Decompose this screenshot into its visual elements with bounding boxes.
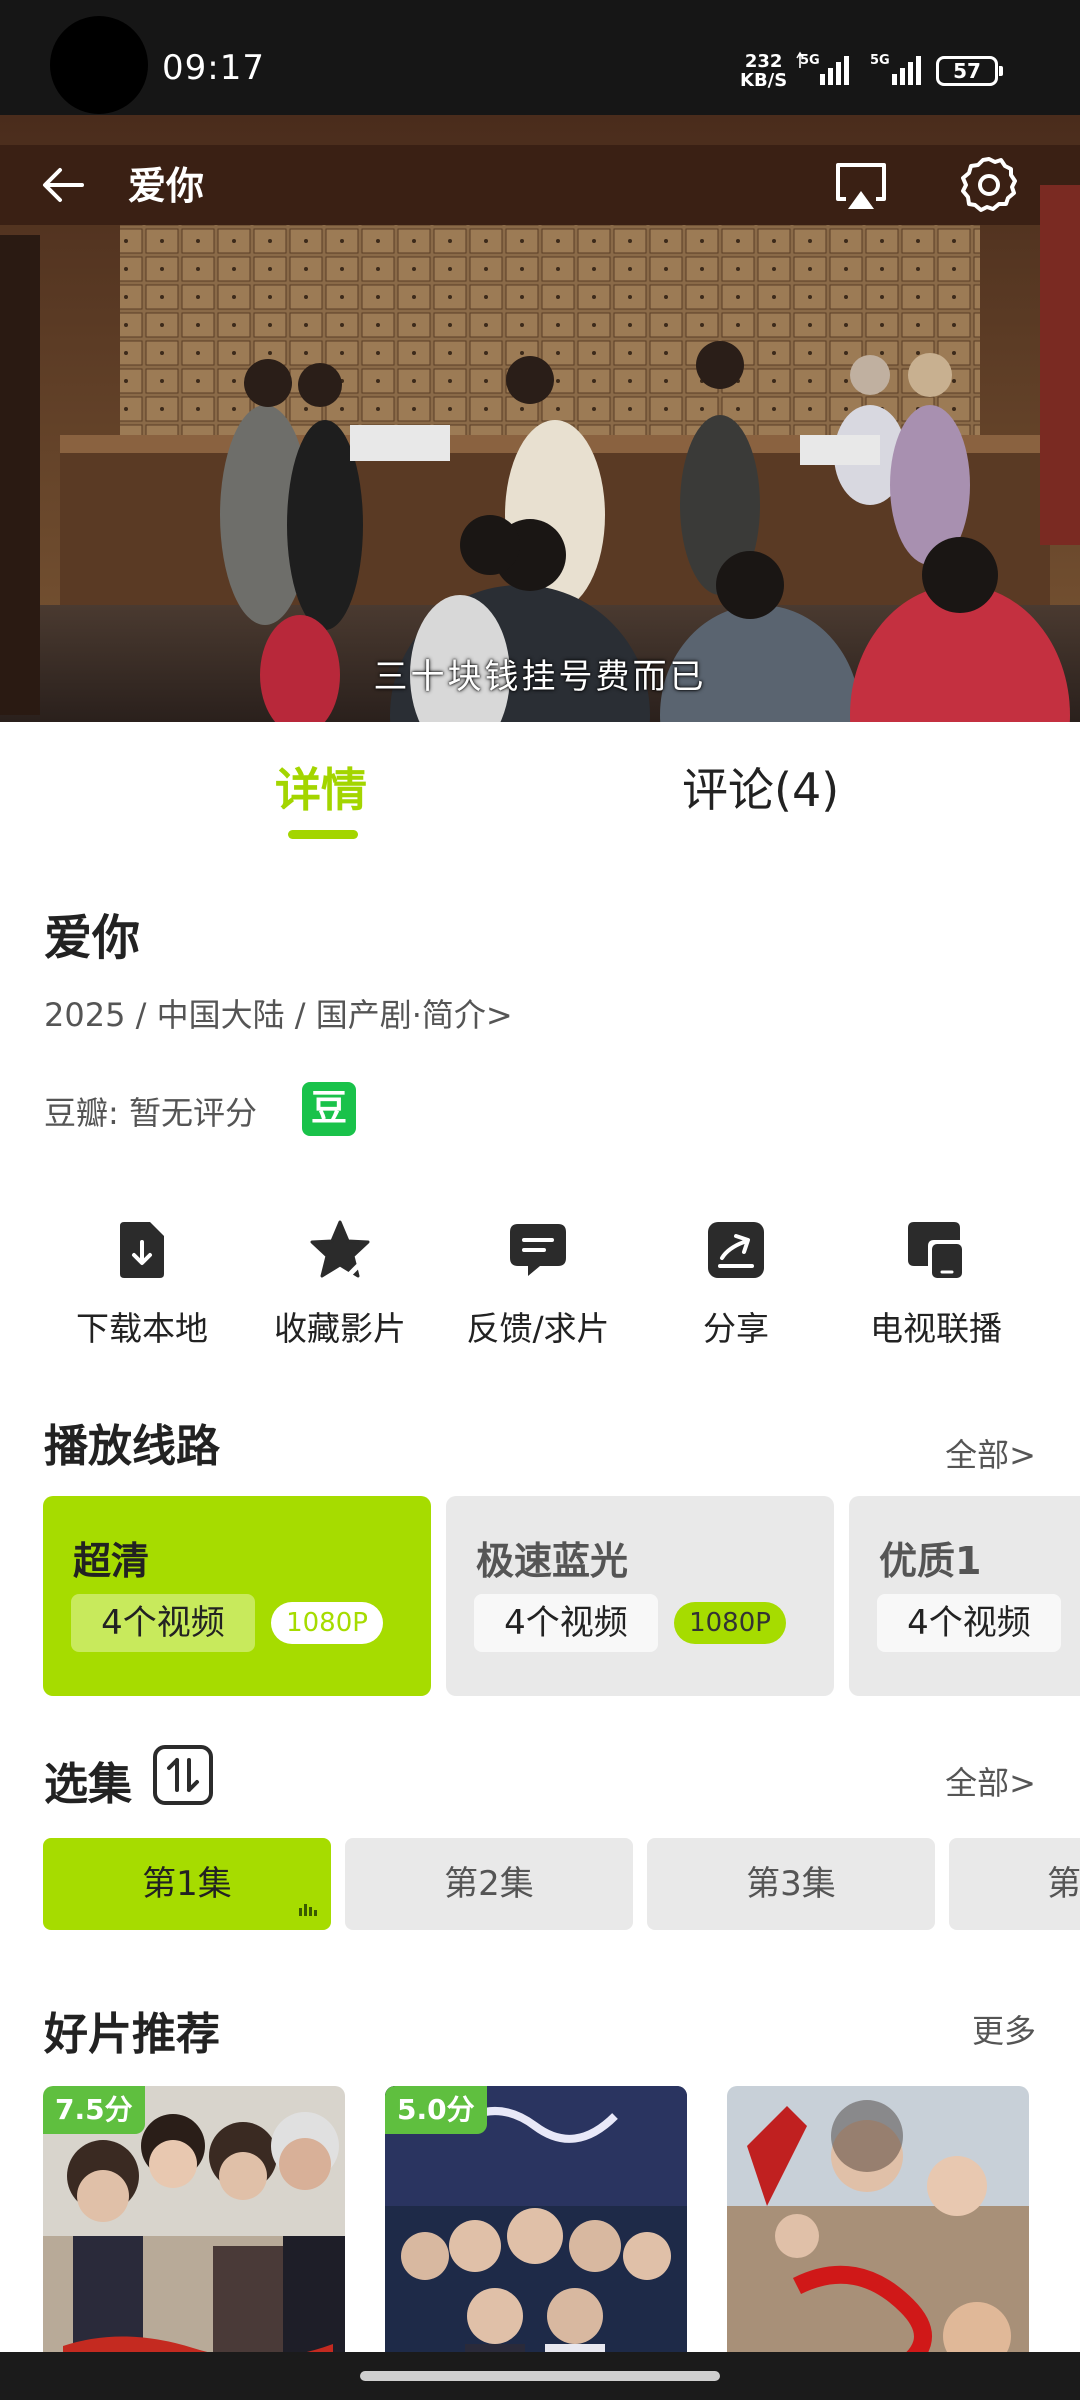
poster-image: [727, 2086, 1029, 2386]
video-top-bar: 爱你: [0, 115, 1080, 245]
gear-icon[interactable]: [955, 151, 1023, 219]
episode-label: 第2集: [444, 1864, 534, 1904]
network-speed-unit: KB/S: [740, 70, 788, 91]
episode-button[interactable]: 第1集: [43, 1838, 331, 1930]
content-tabs: 详情 评论(4): [0, 722, 1080, 842]
douban-logo-icon[interactable]: 豆: [302, 1082, 356, 1136]
home-gesture-bar[interactable]: [360, 2371, 720, 2381]
status-bar: 09:17 232 KB/S 5G 5G 57: [0, 0, 1080, 115]
rating-badge: 7.5分: [43, 2086, 145, 2134]
back-arrow-icon[interactable]: [34, 155, 94, 215]
download-button[interactable]: 下载本地: [42, 1210, 242, 1350]
episode-button[interactable]: 第2集: [345, 1838, 633, 1930]
feedback-icon: [510, 1224, 566, 1276]
episode-button[interactable]: 第3集: [647, 1838, 935, 1930]
front-camera-cutout: [50, 16, 148, 114]
episodes-all-link[interactable]: 全部>: [945, 1758, 1036, 1804]
active-tab-indicator: [288, 830, 358, 839]
episodes-section-title: 选集: [44, 1759, 132, 1810]
sources-all-link[interactable]: 全部>: [945, 1430, 1036, 1476]
recommend-section-title: 好片推荐: [44, 2009, 220, 2060]
download-icon: [120, 1222, 164, 1278]
quality-badge: 1080P: [674, 1602, 786, 1644]
tv-cast-button[interactable]: 电视联播: [836, 1210, 1036, 1350]
signal-5g-icon: 5G: [796, 51, 849, 85]
recommend-poster[interactable]: [727, 2086, 1029, 2386]
tv-cast-icon: [908, 1222, 962, 1278]
favorite-button[interactable]: 收藏影片: [240, 1210, 440, 1350]
tab-comments[interactable]: 评论(4): [682, 754, 839, 820]
source-name: 极速蓝光: [476, 1539, 629, 1583]
network-speed: 232 KB/S: [740, 52, 787, 90]
video-title: 爱你: [128, 164, 205, 208]
episode-button[interactable]: 第: [949, 1838, 1080, 1930]
recommend-poster[interactable]: 7.5分: [43, 2086, 345, 2386]
sim1-label: 5G: [800, 53, 820, 68]
feedback-button[interactable]: 反馈/求片: [438, 1210, 638, 1350]
source-card[interactable]: 超清 4个视频 1080P: [43, 1496, 431, 1696]
sources-section-title: 播放线路: [44, 1421, 220, 1472]
show-meta-intro-link[interactable]: 2025 / 中国大陆 / 国产剧·简介>: [44, 990, 513, 1036]
rating-badge: 5.0分: [385, 2086, 487, 2134]
sim2-label: 5G: [870, 53, 890, 68]
source-card[interactable]: 极速蓝光 4个视频 1080P: [446, 1496, 834, 1696]
action-row: 下载本地 收藏影片 反馈/求片 分享 电视联播: [0, 1210, 1080, 1350]
source-name: 超清: [73, 1539, 150, 1583]
share-button[interactable]: 分享: [636, 1210, 836, 1350]
episode-label: 第: [1047, 1864, 1080, 1904]
show-title: 爱你: [44, 910, 141, 966]
tab-details[interactable]: 详情: [275, 754, 367, 820]
download-label: 下载本地: [76, 1309, 208, 1348]
source-video-count: 4个视频: [877, 1594, 1061, 1652]
tv-cast-label: 电视联播: [870, 1309, 1002, 1348]
share-label: 分享: [703, 1309, 769, 1348]
source-video-count: 4个视频: [474, 1594, 658, 1652]
recommend-more-link[interactable]: 更多: [972, 2006, 1036, 2052]
feedback-label: 反馈/求片: [466, 1309, 610, 1348]
status-time: 09:17: [162, 48, 265, 88]
airplay-icon[interactable]: [830, 155, 892, 217]
episode-label: 第1集: [142, 1864, 232, 1904]
video-subtitle: 三十块钱挂号费而已: [373, 657, 707, 697]
recommend-poster[interactable]: 5.0分: [385, 2086, 687, 2386]
now-playing-bars-icon: [299, 1904, 317, 1916]
source-name: 优质1: [879, 1539, 982, 1583]
network-speed-value: 232: [744, 51, 783, 72]
star-icon: [310, 1220, 370, 1278]
video-player[interactable]: 爱你 三十块钱挂号费而已: [0, 115, 1080, 722]
signal-5g-icon: 5G: [870, 53, 921, 85]
episode-label: 第3集: [746, 1864, 836, 1904]
douban-rating: 豆瓣: 暂无评分: [44, 1094, 257, 1132]
sort-order-icon[interactable]: [152, 1744, 214, 1806]
source-card[interactable]: 优质1 4个视频: [849, 1496, 1080, 1696]
battery-indicator: 57: [936, 56, 1003, 86]
system-nav-bar: [0, 2352, 1080, 2400]
quality-badge: 1080P: [271, 1602, 383, 1644]
favorite-label: 收藏影片: [274, 1309, 406, 1348]
source-video-count: 4个视频: [71, 1594, 255, 1652]
share-icon: [708, 1222, 764, 1278]
